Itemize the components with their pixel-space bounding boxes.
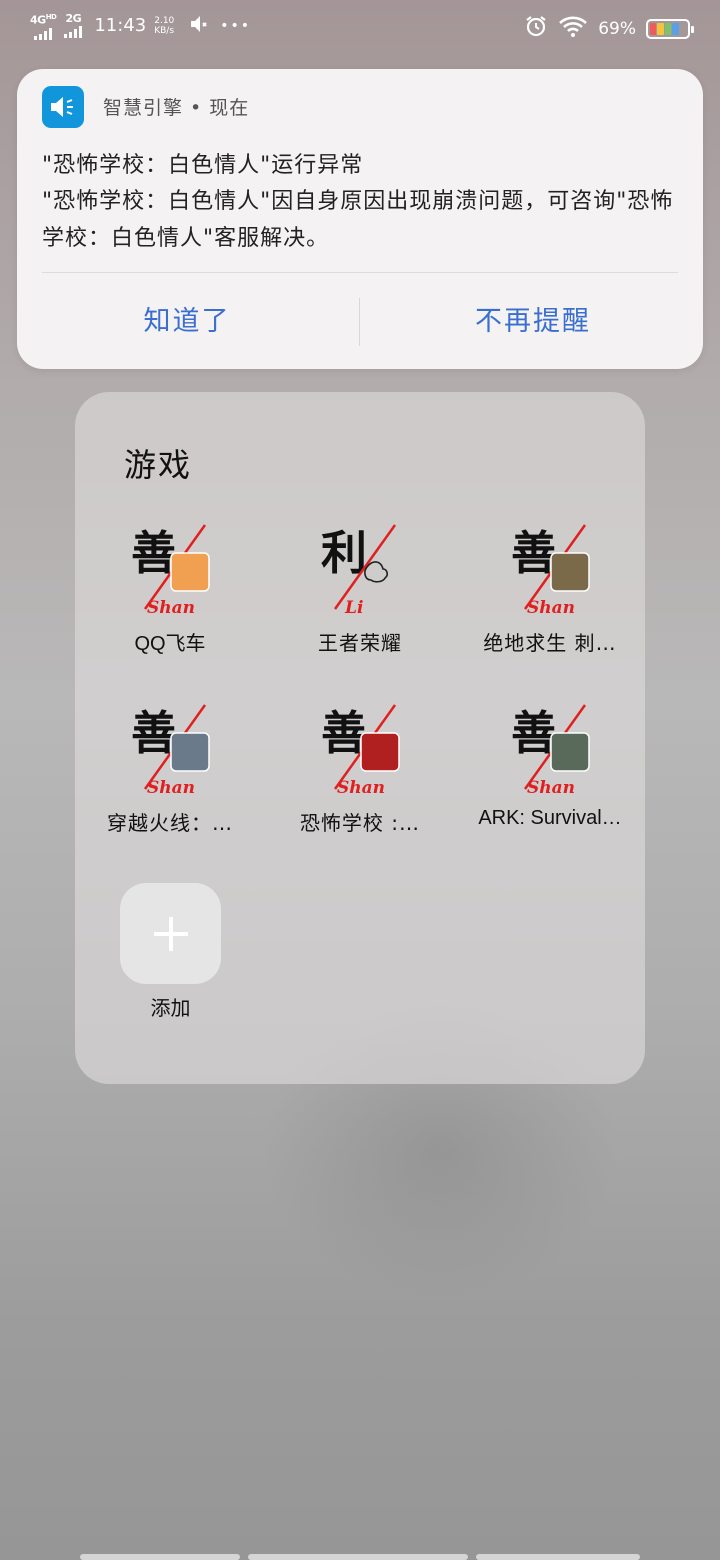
notification-body: "恐怖学校：白色情人"因自身原因出现崩溃问题，可咨询"恐怖学校：白色情人"客服解… bbox=[42, 189, 674, 251]
game-icon: 善Shan bbox=[511, 524, 590, 617]
battery-percent: 69% bbox=[598, 18, 636, 39]
more-dots: ••• bbox=[220, 17, 252, 34]
notification-card[interactable]: 智慧引擎 • 现在 "恐怖学校：白色情人"运行异常 "恐怖学校：白色情人"因自身… bbox=[17, 69, 703, 369]
app-label: 穿越火线：… bbox=[107, 811, 233, 835]
speaker-app-icon bbox=[42, 86, 84, 128]
add-app-button[interactable] bbox=[120, 883, 221, 984]
app-tile[interactable]: 善 Shan 穿越火线：… bbox=[80, 697, 260, 836]
app-tile[interactable]: 善 Shan QQ飞车 bbox=[80, 517, 260, 656]
home-indicator-3 bbox=[476, 1554, 640, 1560]
plus-icon bbox=[153, 916, 188, 951]
sim1-signal-icon: 4GHD bbox=[30, 12, 57, 40]
dont-remind-button[interactable]: 不再提醒 bbox=[383, 299, 683, 338]
app-tile[interactable]: 利 Li 王者荣耀 bbox=[270, 517, 450, 656]
app-tile[interactable]: 善 Shan 绝地求生 刺… bbox=[460, 517, 640, 656]
notification-title: "恐怖学校：白色情人"运行异常 bbox=[42, 153, 364, 178]
status-bar: 4GHD 2G 11:43 2.10 KB/s ••• 69% bbox=[0, 0, 720, 56]
app-label: 恐怖学校 :… bbox=[299, 811, 421, 835]
app-badge-sub: Li bbox=[344, 598, 363, 617]
network-speed: 2.10 KB/s bbox=[154, 15, 175, 36]
game-icon: 善Shan bbox=[321, 704, 400, 797]
home-indicator-2 bbox=[248, 1554, 468, 1560]
game-icon: 善Shan bbox=[131, 524, 210, 617]
app-badge-sub: Shan bbox=[147, 778, 195, 797]
app-badge-sub: Shan bbox=[147, 598, 195, 617]
app-label: 王者荣耀 bbox=[318, 631, 402, 655]
game-icon: 善Shan bbox=[131, 704, 210, 797]
game-icon: 利Li bbox=[321, 524, 397, 617]
app-tile[interactable]: 善 Shan ARK: Survival… bbox=[460, 697, 640, 830]
game-icon: 善Shan bbox=[511, 704, 590, 797]
app-label: QQ飞车 bbox=[134, 633, 206, 655]
notification-source: 智慧引擎 • 现在 bbox=[103, 97, 250, 119]
home-indicator bbox=[80, 1554, 240, 1560]
app-label: ARK: Survival… bbox=[478, 807, 622, 829]
wifi-icon bbox=[558, 15, 588, 42]
sim2-signal-icon: 2G bbox=[64, 13, 83, 39]
battery-icon bbox=[646, 18, 694, 39]
app-badge-sub: Shan bbox=[527, 778, 575, 797]
games-folder: 游戏 善 Shan QQ飞车利 Li 王者荣耀善 Shan 绝地求生 刺… 善 Shan 穿越火线… bbox=[75, 392, 645, 1084]
app-badge-sub: Shan bbox=[527, 598, 575, 617]
notification-divider bbox=[42, 272, 678, 273]
mute-speaker-icon bbox=[188, 13, 210, 39]
alarm-icon bbox=[524, 14, 548, 43]
app-label: 绝地求生 刺… bbox=[483, 631, 617, 655]
clock: 11:43 bbox=[94, 15, 147, 37]
app-tile[interactable]: 善 Shan 恐怖学校 :… bbox=[270, 697, 450, 836]
action-separator bbox=[359, 298, 360, 346]
app-badge-sub: Shan bbox=[337, 778, 385, 797]
got-it-button[interactable]: 知道了 bbox=[37, 299, 337, 338]
add-label: 添加 bbox=[150, 996, 191, 1020]
folder-title: 游戏 bbox=[124, 446, 193, 484]
